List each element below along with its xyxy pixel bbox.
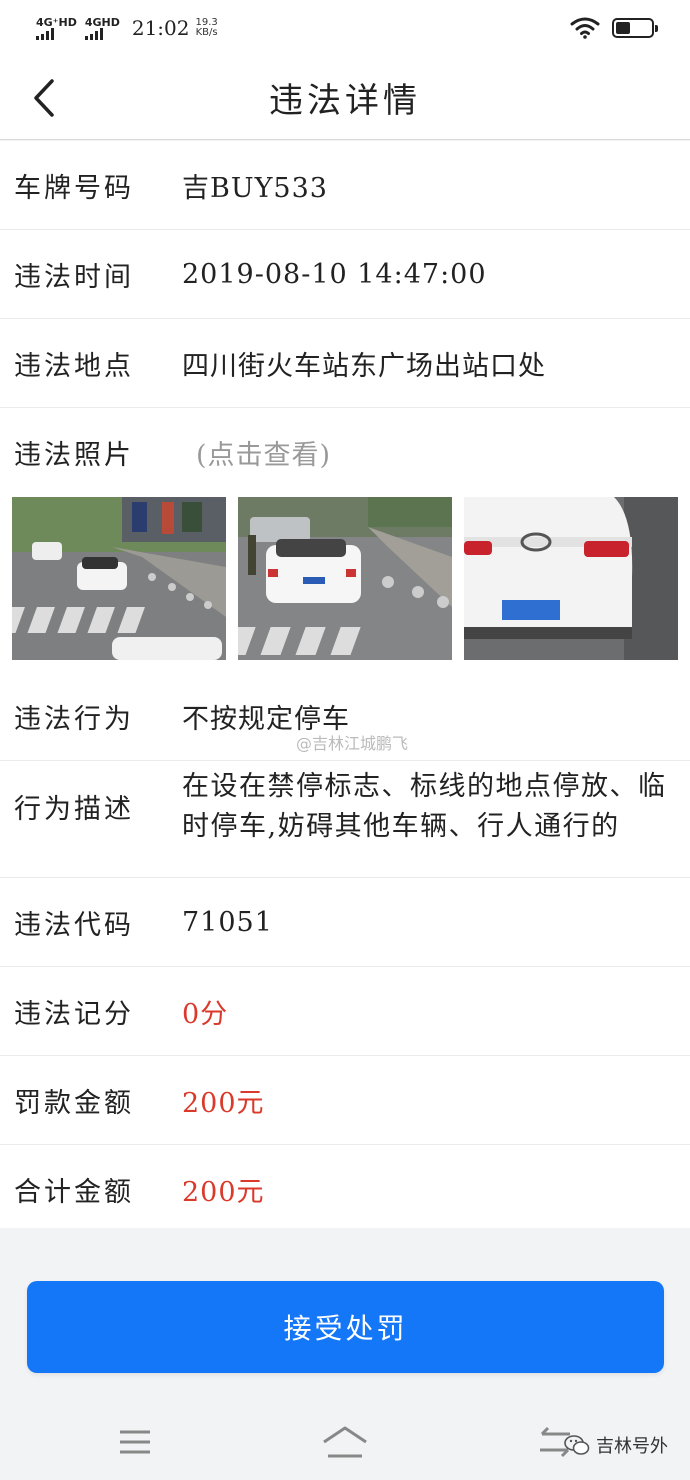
violation-photo-2[interactable] bbox=[238, 497, 452, 660]
fine-label: 罚款金额 bbox=[14, 1087, 134, 1119]
plate-row: 车牌号码 吉BUY533 bbox=[0, 141, 690, 230]
photos-label: 违法照片 bbox=[14, 440, 134, 471]
points-value: 0分 bbox=[182, 998, 229, 1030]
location-label: 违法地点 bbox=[14, 350, 134, 382]
photo-strip bbox=[0, 497, 690, 660]
nav-bar: 违法详情 bbox=[0, 56, 690, 140]
home-icon bbox=[323, 1426, 367, 1458]
home-button[interactable] bbox=[320, 1422, 367, 1462]
photos-row[interactable]: 违法照片 (点击查看) bbox=[0, 408, 690, 497]
status-bar: 4G⁺HD 4GHD 21:02 19.3 KB/s bbox=[0, 0, 690, 56]
description-row: 行为描述 在设在禁停标志、标线的地点停放、临时停车,妨碍其他车辆、行人通行的 bbox=[0, 761, 690, 878]
page-title: 违法详情 bbox=[269, 81, 421, 121]
menu-icon bbox=[120, 1430, 150, 1454]
time-value: 2019-08-10 14:47:00 bbox=[182, 258, 487, 290]
total-row: 合计金额 200元 bbox=[0, 1145, 690, 1234]
description-value: 在设在禁停标志、标线的地点停放、临时停车,妨碍其他车辆、行人通行的 bbox=[182, 771, 667, 842]
plate-label: 车牌号码 bbox=[14, 172, 134, 204]
location-row: 违法地点 四川街火车站东广场出站口处 bbox=[0, 319, 690, 408]
violation-photo-3[interactable] bbox=[464, 497, 678, 660]
points-row: 违法记分 0分 bbox=[0, 967, 690, 1056]
description-label: 行为描述 bbox=[14, 794, 134, 825]
location-value: 四川街火车站东广场出站口处 bbox=[182, 350, 546, 382]
signal-1: 4G⁺HD bbox=[36, 17, 77, 40]
watermark: @吉林江城鹏飞 bbox=[296, 734, 409, 753]
wifi-icon bbox=[570, 17, 600, 39]
code-row: 违法代码 71051 bbox=[0, 878, 690, 967]
channel-name: 吉林号外 bbox=[596, 1436, 668, 1457]
violation-photo-1[interactable] bbox=[12, 497, 226, 660]
signal-bars-2-icon bbox=[84, 27, 103, 40]
code-label: 违法代码 bbox=[14, 909, 134, 941]
network-type-1: 4G⁺HD bbox=[36, 15, 77, 29]
violation-details: 车牌号码 吉BUY533 违法时间 2019-08-10 14:47:00 违法… bbox=[0, 141, 690, 1234]
total-label: 合计金额 bbox=[14, 1177, 134, 1208]
back-button[interactable] bbox=[24, 76, 64, 120]
fine-row: 罚款金额 200元 bbox=[0, 1056, 690, 1145]
photos-hint[interactable]: (点击查看) bbox=[196, 433, 331, 472]
speed-unit: KB/s bbox=[195, 27, 218, 38]
network-speed: 19.3 KB/s bbox=[196, 18, 218, 38]
clock: 21:02 bbox=[131, 16, 190, 40]
points-label: 违法记分 bbox=[14, 998, 134, 1030]
signal-2: 4GHD bbox=[84, 15, 120, 40]
code-value: 71051 bbox=[182, 906, 273, 938]
behavior-label: 违法行为 bbox=[14, 703, 134, 735]
plate-value: 吉BUY533 bbox=[182, 172, 328, 204]
signal-bars-1-icon bbox=[36, 27, 54, 40]
wechat-icon bbox=[564, 1435, 590, 1455]
total-value: 200元 bbox=[182, 1177, 265, 1208]
time-row: 违法时间 2019-08-10 14:47:00 bbox=[0, 230, 690, 319]
fine-value: 200元 bbox=[182, 1087, 265, 1119]
back-chevron-icon bbox=[34, 79, 54, 117]
time-label: 违法时间 bbox=[14, 261, 134, 293]
battery-icon bbox=[612, 18, 658, 38]
accept-penalty-button[interactable]: 接受处罚 bbox=[27, 1281, 664, 1373]
network-type-2: 4GHD bbox=[84, 15, 120, 29]
channel-badge: 吉林号外 bbox=[564, 1432, 668, 1458]
menu-button[interactable] bbox=[112, 1422, 158, 1462]
